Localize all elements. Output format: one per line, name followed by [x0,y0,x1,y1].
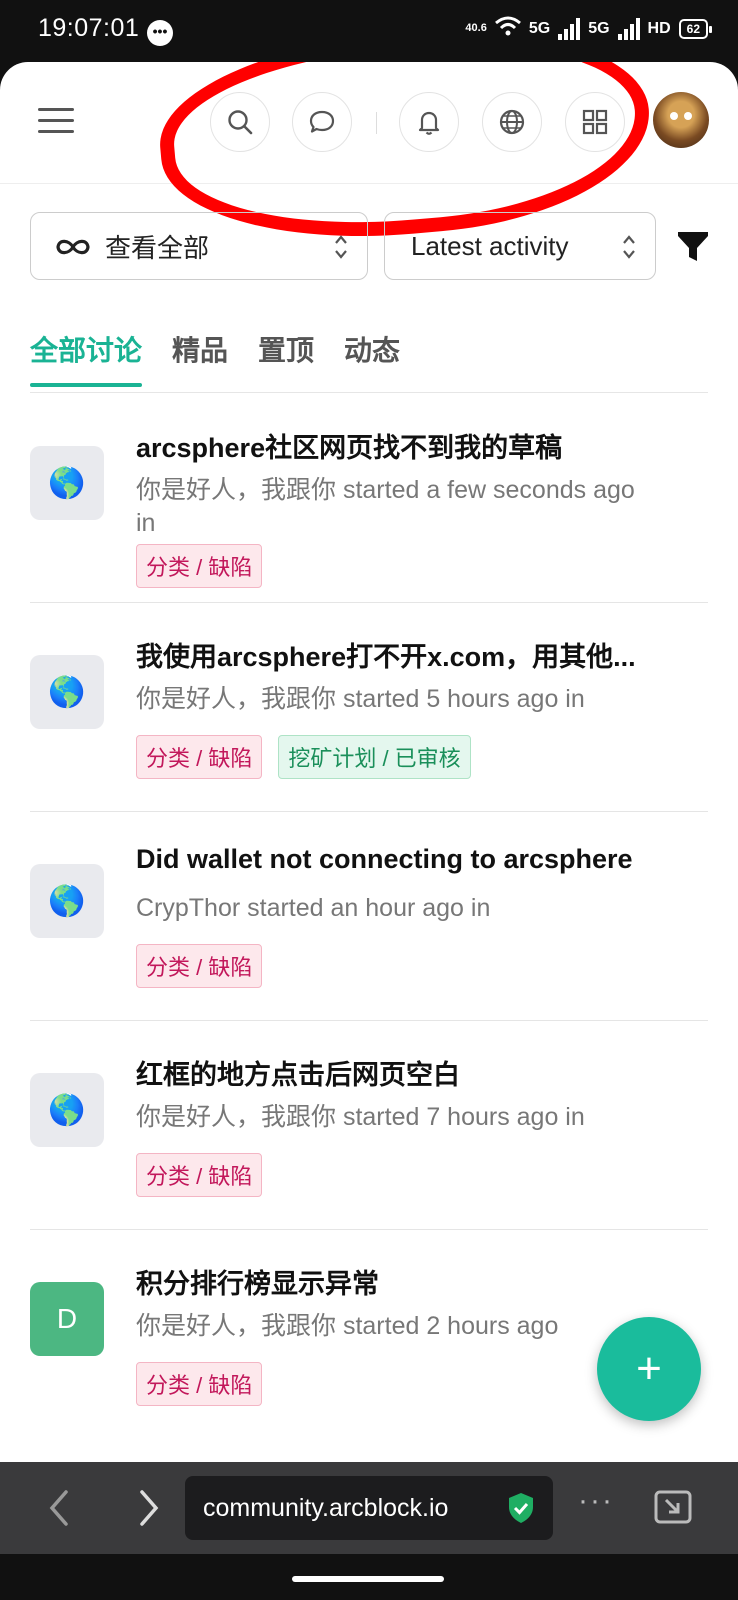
menu-icon[interactable] [38,108,74,134]
secure-shield-icon[interactable] [507,1492,535,1524]
address-bar[interactable]: community.arcblock.io [185,1476,553,1540]
tag-list: 分类 / 缺陷 挖矿计划 / 已审核 [136,735,471,779]
apps-icon[interactable] [565,92,625,152]
tag-list: 分类 / 缺陷 [136,1362,263,1406]
forward-icon[interactable] [128,1488,168,1528]
signal-icon-2 [617,17,640,40]
infinity-icon [56,239,90,255]
back-icon[interactable] [40,1488,80,1528]
wifi-icon [494,16,521,41]
letter-avatar: D [30,1282,104,1356]
discussion-meta: CrypThor started an hour ago in [136,894,491,922]
sort-select[interactable]: Latest activity [384,212,656,280]
tag-list: 分类 / 缺陷 [136,1153,263,1197]
discussion-meta: 你是好人，我跟你 started 7 hours ago in [136,1103,585,1131]
open-in-app-icon[interactable] [652,1486,694,1528]
list-item[interactable]: 🌎 我使用arcsphere打不开x.com，用其他... 你是好人，我跟你 s… [30,603,708,812]
tab-featured[interactable]: 精品 [172,317,228,387]
top-navigation [0,62,738,184]
hd-indicator: HD [647,19,671,37]
tag[interactable]: 分类 / 缺陷 [136,735,263,779]
search-icon[interactable] [210,92,270,152]
discussion-title[interactable]: 积分排行榜显示异常 [136,1262,696,1301]
header-divider [376,112,377,134]
gesture-bar [0,1554,738,1600]
avatar[interactable] [653,92,709,148]
network-type-1: 5G [528,19,551,37]
tag[interactable]: 分类 / 缺陷 [136,1362,263,1406]
filter-icon[interactable] [677,230,709,264]
view-filter-select[interactable]: 查看全部 [30,212,368,280]
network-type-2: 5G [588,19,610,37]
tag-list: 分类 / 缺陷 [136,544,263,588]
discussion-meta: 你是好人，我跟你 started a few seconds ago in [136,476,635,537]
tag-list: 分类 / 缺陷 [136,944,263,988]
discussion-title[interactable]: arcsphere社区网页找不到我的草稿 [136,426,696,465]
tab-all[interactable]: 全部讨论 [30,317,143,387]
new-discussion-button[interactable]: + [597,1317,701,1421]
app-sheet: 查看全部 Latest activity 全部讨论 精品 置顶 动态 🌎 arc… [0,62,738,1462]
tag[interactable]: 分类 / 缺陷 [136,1153,263,1197]
status-bar: 19:07:01 ••• 40.6 5G 5G HD 62 [0,0,738,62]
globe-icon[interactable] [482,92,542,152]
globe-thumbnail-icon: 🌎 [30,1073,104,1147]
tag[interactable]: 分类 / 缺陷 [136,544,263,588]
list-item[interactable]: 🌎 红框的地方点击后网页空白 你是好人，我跟你 started 7 hours … [30,1021,708,1230]
globe-thumbnail-icon: 🌎 [30,864,104,938]
discussion-list: 🌎 arcsphere社区网页找不到我的草稿 你是好人，我跟你 started … [0,394,738,1439]
browser-toolbar: community.arcblock.io ··· [0,1462,738,1554]
tag[interactable]: 分类 / 缺陷 [136,944,263,988]
list-item[interactable]: 🌎 arcsphere社区网页找不到我的草稿 你是好人，我跟你 started … [30,394,708,603]
view-filter-label: 查看全部 [105,232,210,263]
list-item[interactable]: D 积分排行榜显示异常 你是好人，我跟你 started 2 hours ago… [30,1230,708,1439]
url-text: community.arcblock.io [203,1493,449,1522]
tag[interactable]: 挖矿计划 / 已审核 [278,735,471,779]
discussion-title[interactable]: 红框的地方点击后网页空白 [136,1053,696,1092]
sort-label: Latest activity [411,230,569,261]
notification-chat-icon: ••• [147,20,173,46]
tab-pinned[interactable]: 置顶 [258,317,314,387]
discussion-meta: 你是好人，我跟你 started 2 hours ago [136,1312,559,1340]
discussion-tabs: 全部讨论 精品 置顶 动态 [30,317,430,387]
chevron-updown-icon [333,233,349,261]
list-item[interactable]: 🌎 Did wallet not connecting to arcsphere… [30,812,708,1021]
discussion-meta: 你是好人，我跟你 started 5 hours ago in [136,685,585,713]
more-menu-icon[interactable]: ··· [578,1484,614,1518]
discussion-title[interactable]: 我使用arcsphere打不开x.com，用其他... [136,635,696,674]
discussion-title[interactable]: Did wallet not connecting to arcsphere [136,844,696,875]
chat-icon[interactable] [292,92,352,152]
tab-activity[interactable]: 动态 [344,317,400,387]
network-speed: 40.6 [465,22,487,34]
globe-thumbnail-icon: 🌎 [30,446,104,520]
status-indicators: 40.6 5G 5G HD 62 [465,16,713,41]
battery-icon: 62 [678,18,713,39]
chevron-updown-icon [621,233,637,261]
signal-icon [558,17,581,40]
globe-thumbnail-icon: 🌎 [30,655,104,729]
tabs-divider [30,392,708,393]
status-time: 19:07:01 [38,14,140,42]
home-indicator[interactable] [292,1576,444,1582]
bell-icon[interactable] [399,92,459,152]
